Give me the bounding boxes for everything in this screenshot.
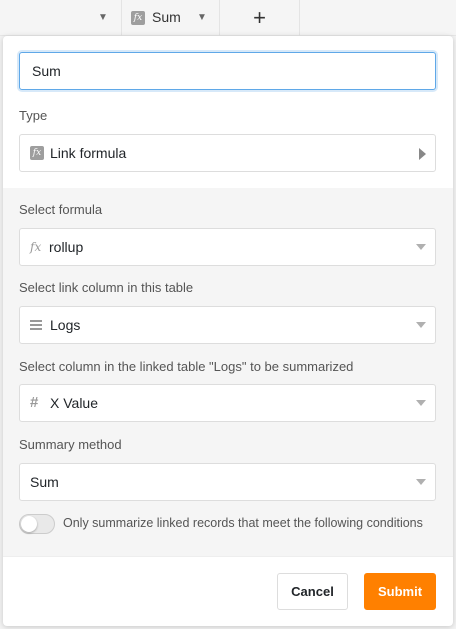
- condition-toggle-label: Only summarize linked records that meet …: [63, 516, 423, 530]
- plus-icon: +: [253, 5, 266, 30]
- chevron-down-icon: [416, 244, 426, 250]
- link-list-icon: [30, 320, 44, 334]
- type-select[interactable]: fx Link formula: [19, 134, 436, 172]
- formula-icon: fx: [131, 11, 145, 25]
- fx-icon: fx: [30, 240, 42, 254]
- chevron-down-icon: [416, 479, 426, 485]
- summarize-column-label: Select column in the linked table "Logs"…: [19, 359, 354, 374]
- summary-method-select[interactable]: Sum: [19, 463, 436, 501]
- submit-button[interactable]: Submit: [364, 573, 436, 610]
- formula-value: rollup: [49, 239, 84, 255]
- number-hash-icon: #: [30, 394, 39, 411]
- chevron-right-icon: [419, 148, 426, 160]
- column-header-name: Sum: [152, 9, 181, 25]
- toggle-knob: [21, 516, 37, 532]
- formula-label: Select formula: [19, 202, 103, 217]
- column-edit-popover: Type fx Link formula Select formula fx r…: [3, 36, 453, 626]
- formula-settings-section: Select formula fx rollup Select link col…: [3, 188, 453, 556]
- type-value: Link formula: [50, 145, 127, 161]
- summary-method-label: Summary method: [19, 437, 122, 452]
- formula-select[interactable]: fx rollup: [19, 228, 436, 266]
- column-basic-section: Type fx Link formula: [3, 36, 453, 188]
- column-name-input[interactable]: [19, 52, 436, 90]
- summarize-column-value: X Value: [50, 395, 98, 411]
- chevron-down-icon: [416, 322, 426, 328]
- column-header-previous[interactable]: ▼: [0, 0, 122, 36]
- link-column-select[interactable]: Logs: [19, 306, 436, 344]
- column-header-sum[interactable]: fx Sum ▼: [122, 0, 220, 36]
- chevron-down-icon[interactable]: ▼: [98, 12, 108, 23]
- summary-method-value: Sum: [30, 474, 59, 490]
- dialog-footer: Cancel Submit: [3, 556, 453, 626]
- link-column-label: Select link column in this table: [19, 280, 194, 295]
- add-column-button[interactable]: +: [220, 0, 300, 36]
- formula-icon: fx: [30, 146, 44, 160]
- cancel-button[interactable]: Cancel: [277, 573, 348, 610]
- chevron-down-icon[interactable]: ▼: [197, 12, 207, 23]
- link-column-value: Logs: [50, 317, 81, 333]
- type-label: Type: [19, 108, 48, 123]
- condition-toggle[interactable]: [19, 514, 55, 534]
- chevron-down-icon: [416, 400, 426, 406]
- summarize-column-select[interactable]: # X Value: [19, 384, 436, 422]
- grid-header: ▼ fx Sum ▼ +: [0, 0, 456, 36]
